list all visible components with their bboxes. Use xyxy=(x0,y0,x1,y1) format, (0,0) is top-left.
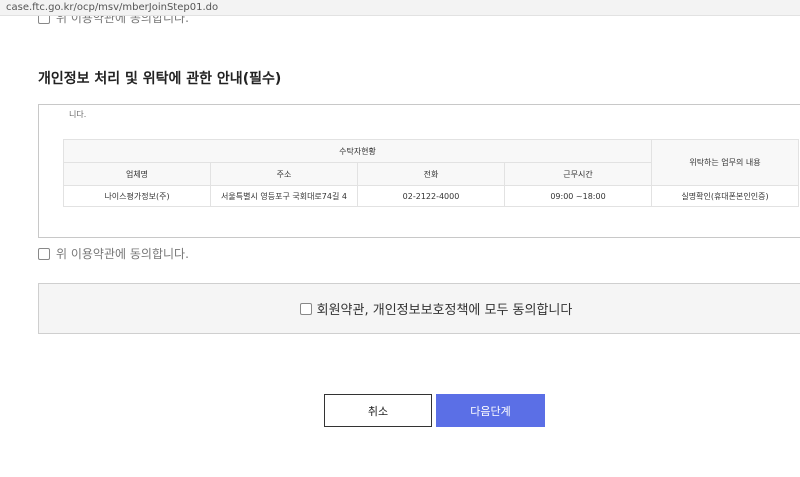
privacy-agree-row[interactable]: 위 이용약관에 동의합니다. xyxy=(38,245,189,262)
table-task-header: 위탁하는 업무의 내용 xyxy=(651,139,799,186)
browser-url-bar[interactable]: case.ftc.go.kr/ocp/msv/mberJoinStep01.do xyxy=(0,0,800,16)
all-agree-checkbox[interactable] xyxy=(299,302,312,315)
table-group-header: 수탁자현황 xyxy=(63,139,652,163)
column-header-address: 주소 xyxy=(210,162,358,186)
cell-company: 나이스평가정보(주) xyxy=(63,185,211,207)
column-header-hours: 근무시간 xyxy=(504,162,652,186)
terms-text-fragment: 니다. xyxy=(69,110,87,119)
cell-task: 실명확인(휴대폰본인인증) xyxy=(651,185,799,207)
privacy-terms-scroll-box[interactable]: 니다. 수탁자현황 위탁하는 업무의 내용 업체명 주소 전화 근무시간 나이스… xyxy=(38,104,800,238)
cancel-button[interactable]: 취소 xyxy=(324,394,432,427)
privacy-agree-checkbox[interactable] xyxy=(38,247,50,260)
column-header-company: 업체명 xyxy=(63,162,211,186)
all-agree-panel: 회원약관, 개인정보보호정책에 모두 동의합니다 xyxy=(38,283,800,334)
consignee-table: 수탁자현황 위탁하는 업무의 내용 업체명 주소 전화 근무시간 나이스평가정보… xyxy=(63,139,799,207)
cell-address: 서울특별시 영등포구 국회대로74길 4 xyxy=(210,185,358,207)
column-header-phone: 전화 xyxy=(357,162,505,186)
next-step-button[interactable]: 다음단계 xyxy=(436,394,545,427)
terms-agree-checkbox[interactable] xyxy=(38,16,50,24)
terms-agree-row[interactable]: 위 이용약관에 동의합니다. xyxy=(38,16,189,28)
url-text: case.ftc.go.kr/ocp/msv/mberJoinStep01.do xyxy=(6,2,219,13)
cell-hours: 09:00 ~18:00 xyxy=(504,185,652,207)
cell-phone: 02-2122-4000 xyxy=(357,185,505,207)
all-agree-row[interactable]: 회원약관, 개인정보보호정책에 모두 동의합니다 xyxy=(299,299,573,318)
section-title: 개인정보 처리 및 위탁에 관한 안내(필수) xyxy=(38,71,282,87)
all-agree-label: 회원약관, 개인정보보호정책에 모두 동의합니다 xyxy=(316,303,573,318)
terms-agree-label: 위 이용약관에 동의합니다. xyxy=(56,16,189,25)
privacy-agree-label: 위 이용약관에 동의합니다. xyxy=(56,247,189,261)
table-row: 나이스평가정보(주) 서울특별시 영등포구 국회대로74길 4 02-2122-… xyxy=(63,185,799,207)
